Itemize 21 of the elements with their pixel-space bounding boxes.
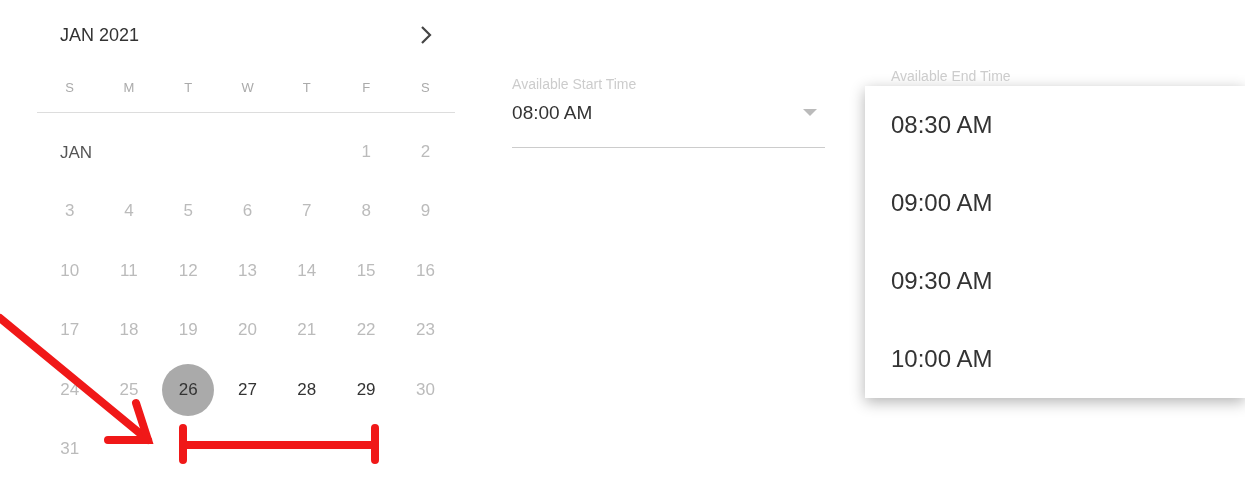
weekday-label: S — [64, 80, 75, 97]
weekday-label: T — [301, 80, 312, 97]
calendar-day[interactable]: 27 — [221, 363, 274, 416]
month-label: JAN — [59, 142, 94, 164]
menu-option[interactable]: 09:00 AM — [865, 164, 1245, 242]
calendar-day[interactable]: 28 — [280, 363, 333, 416]
weekday-label: F — [361, 80, 372, 97]
menu-option[interactable]: 08:30 AM — [865, 86, 1245, 164]
chevron-right-icon — [419, 25, 434, 45]
weekday-label: T — [183, 80, 194, 97]
weekday-label: S — [420, 80, 431, 97]
month-title: JAN 2021 — [60, 24, 140, 46]
menu-option[interactable]: 10:00 AM — [865, 320, 1245, 398]
weekday-label: M — [122, 80, 136, 97]
dropdown-arrow-icon — [803, 109, 817, 117]
calendar-day[interactable]: 26 — [162, 363, 215, 416]
select-value: 08:00 AM — [512, 102, 593, 124]
next-month-button[interactable] — [419, 25, 434, 45]
weekday-label: W — [240, 80, 255, 97]
calendar-day[interactable]: 29 — [340, 363, 393, 416]
menu-option[interactable]: 09:30 AM — [865, 242, 1245, 320]
